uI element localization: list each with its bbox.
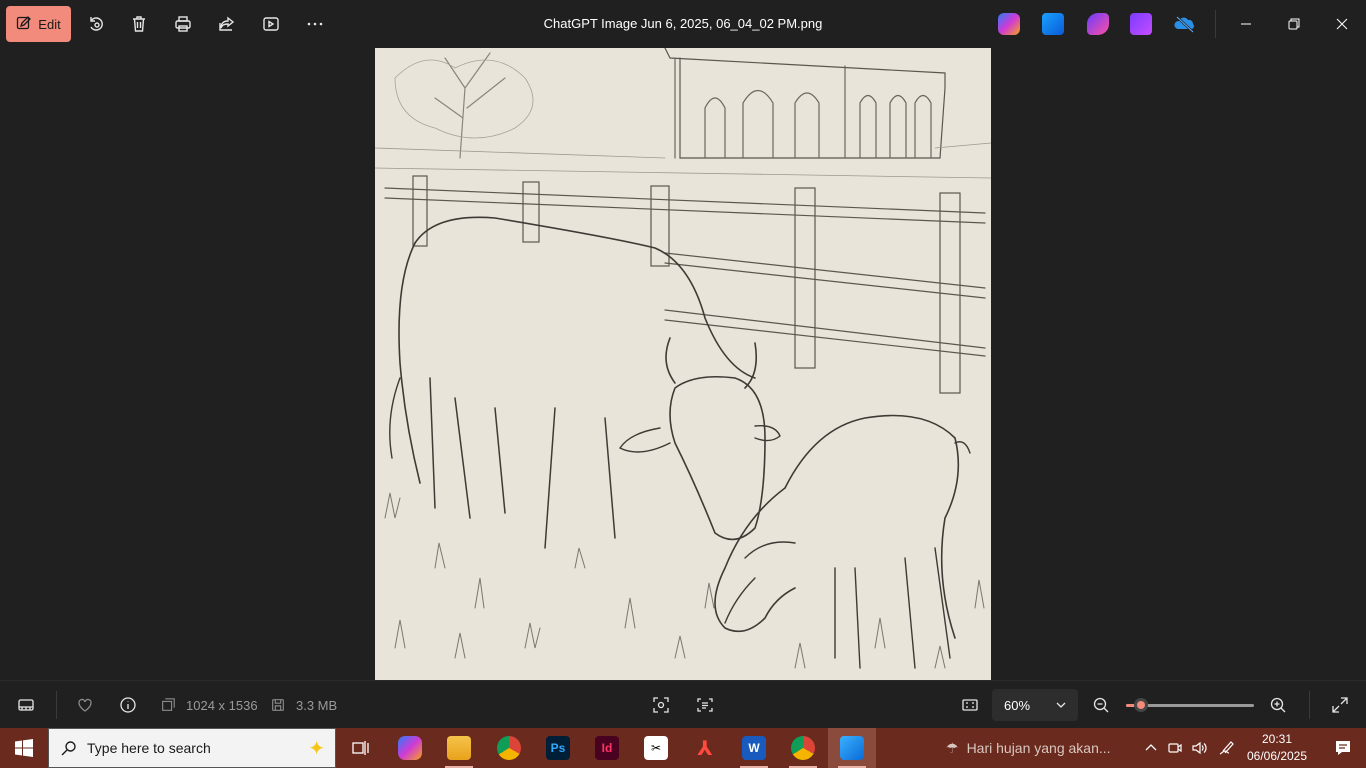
- taskbar-chrome-profile[interactable]: [779, 728, 827, 768]
- zoom-slider-thumb[interactable]: [1134, 698, 1149, 712]
- taskbar-indesign[interactable]: Id: [583, 728, 631, 768]
- pen-workspace-icon[interactable]: [1216, 738, 1236, 758]
- sketch-image: [375, 48, 991, 669]
- visual-search-icon[interactable]: [651, 695, 671, 715]
- file-title: ChatGPT Image Jun 6, 2025, 06_04_02 PM.p…: [543, 16, 823, 31]
- system-clock[interactable]: 20:31 06/06/2025: [1240, 731, 1314, 765]
- text-scan-icon[interactable]: [695, 695, 715, 715]
- statusbar-divider-right: [1309, 691, 1310, 719]
- favorite-icon[interactable]: [75, 695, 95, 715]
- volume-icon[interactable]: [1189, 738, 1209, 758]
- capcut-icon: ✂: [644, 736, 668, 760]
- taskbar-file-explorer[interactable]: [435, 728, 483, 768]
- taskbar-word[interactable]: W: [730, 728, 778, 768]
- start-button[interactable]: [0, 728, 48, 768]
- taskbar: Type here to search ✦ Ps Id ✂ ⅄ W ☂ Hari…: [0, 728, 1366, 768]
- restore-button[interactable]: [1271, 0, 1317, 48]
- file-size-icon: [270, 695, 286, 715]
- photoshop-icon: Ps: [546, 736, 570, 760]
- clock-time: 20:31: [1261, 732, 1293, 746]
- search-placeholder: Type here to search: [87, 740, 211, 756]
- fit-to-window-icon[interactable]: [960, 695, 980, 715]
- acrobat-icon: ⅄: [697, 737, 713, 760]
- print-icon[interactable]: [171, 12, 195, 36]
- copilot-app-icon: [398, 736, 422, 760]
- meet-now-icon[interactable]: [1165, 738, 1185, 758]
- fullscreen-icon[interactable]: [1330, 695, 1350, 715]
- clock-date: 06/06/2025: [1246, 749, 1308, 763]
- rotate-icon[interactable]: [84, 12, 108, 36]
- edit-label: Edit: [38, 16, 61, 32]
- task-view-icon: [352, 741, 369, 755]
- sparkle-icon: ✦: [308, 737, 325, 760]
- image-canvas[interactable]: [375, 48, 991, 680]
- edit-button[interactable]: Edit: [6, 6, 71, 42]
- status-bar: 1024 x 1536 3.3 MB 60%: [0, 680, 1366, 728]
- zoom-slider[interactable]: [1126, 698, 1254, 712]
- chevron-up-icon[interactable]: [1141, 738, 1161, 758]
- toolbar-divider: [1215, 10, 1216, 38]
- copilot-icon[interactable]: [998, 13, 1020, 35]
- taskbar-copilot[interactable]: [386, 728, 434, 768]
- taskbar-capcut[interactable]: ✂: [632, 728, 680, 768]
- slideshow-icon[interactable]: [259, 12, 283, 36]
- taskbar-chrome[interactable]: [485, 728, 533, 768]
- zoom-value: 60%: [1004, 697, 1031, 713]
- file-size: 3.3 MB: [296, 698, 338, 713]
- taskbar-acrobat[interactable]: ⅄: [681, 728, 729, 768]
- info-icon[interactable]: [118, 695, 138, 715]
- onedrive-icon[interactable]: [1174, 13, 1196, 35]
- zoom-out-icon[interactable]: [1091, 695, 1111, 715]
- image-dimensions: 1024 x 1536: [186, 698, 258, 713]
- windows-icon: [15, 739, 33, 757]
- statusbar-divider: [56, 691, 57, 719]
- designer-icon[interactable]: [1087, 13, 1109, 35]
- photos-icon: [840, 736, 864, 760]
- notification-button[interactable]: [1320, 728, 1366, 768]
- zoom-dropdown[interactable]: 60%: [992, 689, 1078, 721]
- task-view-button[interactable]: [336, 728, 384, 768]
- umbrella-icon: ☂: [946, 739, 959, 756]
- zoom-in-icon[interactable]: [1268, 695, 1288, 715]
- chrome-icon: [497, 736, 521, 760]
- chrome-profile-icon: [791, 736, 815, 760]
- clipchamp-icon[interactable]: [1130, 13, 1152, 35]
- photos-editor-icon[interactable]: [1042, 13, 1064, 35]
- indesign-icon: Id: [595, 736, 619, 760]
- weather-widget[interactable]: ☂ Hari hujan yang akan...: [946, 728, 1111, 768]
- edit-icon: [16, 15, 32, 34]
- folder-icon: [447, 736, 471, 760]
- close-button[interactable]: [1319, 0, 1365, 48]
- share-icon[interactable]: [215, 12, 239, 36]
- notification-icon: [1336, 741, 1350, 755]
- word-icon: W: [742, 736, 766, 760]
- delete-icon[interactable]: [127, 12, 151, 36]
- taskbar-search[interactable]: Type here to search ✦: [48, 728, 336, 768]
- taskbar-photoshop[interactable]: Ps: [534, 728, 582, 768]
- dimensions-icon: [160, 695, 176, 715]
- minimize-button[interactable]: [1223, 0, 1269, 48]
- taskbar-photos[interactable]: [828, 728, 876, 768]
- top-toolbar: Edit ChatGPT Image Jun 6, 2025, 06_04_02…: [0, 0, 1366, 48]
- search-icon: [61, 741, 76, 756]
- weather-text: Hari hujan yang akan...: [966, 740, 1111, 756]
- chevron-down-icon: [1056, 698, 1066, 713]
- filmstrip-icon[interactable]: [16, 695, 36, 715]
- more-icon[interactable]: [303, 12, 327, 36]
